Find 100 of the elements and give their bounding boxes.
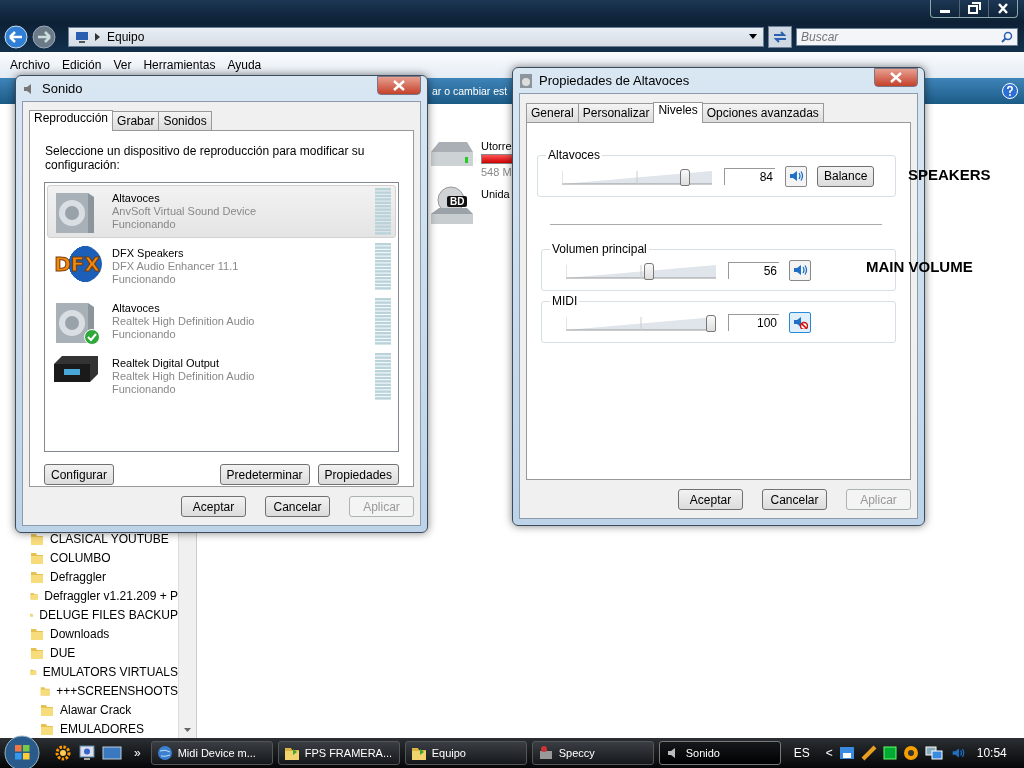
nav-item[interactable]: Downloads <box>0 624 178 644</box>
balance-button[interactable]: Balance <box>817 165 874 187</box>
folder-icon <box>30 627 44 641</box>
device-driver: Realtek High Definition Audio <box>112 315 256 328</box>
language-indicator[interactable]: ES <box>793 746 810 760</box>
drive-name[interactable]: Unida <box>481 188 510 200</box>
nav-item[interactable]: Defraggler <box>0 567 178 587</box>
group-label: MIDI <box>550 294 580 308</box>
drive-name[interactable]: Utorre <box>481 140 513 152</box>
menu-item[interactable]: Herramientas <box>137 58 222 72</box>
refresh-button[interactable] <box>768 26 792 48</box>
taskbar-button[interactable]: Speccy <box>531 741 654 765</box>
desktop-icon[interactable] <box>102 744 122 762</box>
dropdown-arrow-icon[interactable] <box>749 34 757 40</box>
device-driver: AnvSoft Virtual Sound Device <box>112 205 258 218</box>
folder-icon <box>40 721 54 736</box>
level-meter <box>375 352 391 401</box>
device-name: DFX Speakers <box>112 247 185 260</box>
start-button[interactable] <box>4 735 40 768</box>
tab[interactable]: Sonidos <box>158 111 212 130</box>
search-icon <box>1001 31 1013 43</box>
device-name: Altavoces <box>112 302 161 315</box>
folder-icon <box>410 745 427 761</box>
clock: 10:54 <box>976 746 1007 760</box>
dialog-title: Sonido <box>42 81 84 96</box>
mute-button[interactable] <box>789 259 811 281</box>
tray-app-icon[interactable] <box>838 745 855 761</box>
usage-bar <box>481 154 513 164</box>
folder-icon <box>283 745 300 761</box>
nav-item[interactable]: COLUMBO <box>0 548 178 568</box>
nav-item[interactable]: EMULADORES <box>0 719 178 738</box>
nav-item[interactable]: Defraggler v1.21.209 + P <box>0 586 178 606</box>
monitor-icon[interactable] <box>78 744 96 762</box>
device-driver: DFX Audio Enhancer 11.1 <box>112 260 240 273</box>
nav-item[interactable]: Alawar Crack <box>0 700 178 720</box>
tray-app-icon[interactable] <box>860 745 877 761</box>
menu-item[interactable]: Ayuda <box>221 58 268 72</box>
computer-icon <box>75 31 89 43</box>
tab[interactable]: General <box>526 103 579 122</box>
nav-item[interactable]: EMULATORS VIRTUALS <box>0 662 178 682</box>
search-field[interactable]: Buscar <box>796 28 1018 46</box>
device-name: Realtek Digital Output <box>112 357 220 370</box>
overflow-chevron[interactable]: » <box>134 746 141 760</box>
nav-item[interactable]: DUE <box>0 643 178 663</box>
drive-size: 548 M <box>481 166 513 178</box>
address-field[interactable]: Equipo <box>68 27 764 47</box>
folder-icon <box>30 532 44 547</box>
menu-item[interactable]: Ver <box>107 58 138 72</box>
instruction-text: Seleccione un dispositivo de reproducción para modificar su configuración: <box>44 143 366 172</box>
taskbar-button[interactable]: FPS FRAMERA... <box>277 741 400 765</box>
group-label: Altavoces <box>546 148 603 162</box>
configure-button[interactable]: Configurar <box>44 464 115 485</box>
dialog-button[interactable]: Cancelar <box>762 489 827 510</box>
network-icon[interactable] <box>924 745 943 761</box>
level-value: 56 <box>728 261 779 279</box>
speaker-icon <box>792 263 808 277</box>
globe-icon <box>156 745 173 761</box>
breadcrumb-arrow-icon[interactable] <box>95 33 101 41</box>
tab[interactable]: Grabar <box>112 111 160 130</box>
dialog-button[interactable]: Propiedades <box>317 464 399 485</box>
dialog-title: Propiedades de Altavoces <box>539 73 691 88</box>
level-meter <box>375 187 391 236</box>
taskbar-button[interactable]: Sonido <box>658 741 781 765</box>
help-icon[interactable] <box>1002 83 1018 99</box>
nav-item[interactable]: CLASICAL YOUTUBE <box>0 530 178 549</box>
device-name: Altavoces <box>112 192 161 205</box>
mute-button[interactable] <box>785 165 807 187</box>
receiver-icon <box>52 353 100 384</box>
menu-item[interactable]: Archivo <box>4 58 56 72</box>
device-status: Funcionando <box>112 383 177 396</box>
slider-thumb[interactable] <box>679 169 690 186</box>
tray-chevron[interactable]: < <box>825 746 833 760</box>
tab[interactable]: Reproducción <box>29 110 114 131</box>
speaker-icon <box>788 169 804 183</box>
forward-button[interactable] <box>32 25 56 49</box>
taskbar-button[interactable]: Equipo <box>404 741 527 765</box>
speaker-icon <box>792 315 808 329</box>
taskbar-button[interactable]: Midi Device m... <box>150 741 273 765</box>
dialog-button[interactable]: Aceptar <box>678 489 743 510</box>
tab[interactable]: Personalizar <box>577 103 655 122</box>
device-row[interactable]: Altavoces AnvSoft Virtual Sound Device Funcionando <box>47 185 396 238</box>
tab[interactable]: Opciones avanzadas <box>701 103 824 122</box>
slider-thumb[interactable] <box>706 315 716 332</box>
dialog-button[interactable]: Cancelar <box>265 496 330 517</box>
device-row[interactable]: Realtek Digital Output Realtek High Definition Audio Funcionando <box>47 350 396 403</box>
dialog-button[interactable]: Aceptar <box>181 496 246 517</box>
tray-app-icon[interactable] <box>902 745 919 761</box>
speaker-icon <box>519 72 533 89</box>
slider-thumb[interactable] <box>644 263 655 280</box>
folder-icon <box>30 570 44 585</box>
mute-button[interactable] <box>789 311 811 333</box>
tab[interactable]: Niveles <box>653 102 703 123</box>
nav-item[interactable]: +++SCREENSHOOTS <box>0 681 178 701</box>
device-row[interactable]: Altavoces Realtek High Definition Audio Funcionando <box>47 295 396 348</box>
menu-item[interactable]: Edición <box>56 58 108 72</box>
dialog-button[interactable]: Predeterminar <box>219 464 310 485</box>
back-button[interactable] <box>4 25 28 49</box>
nav-item[interactable]: DELUGE FILES BACKUP <box>0 605 178 625</box>
gear-icon[interactable] <box>54 744 72 762</box>
device-status: Funcionando <box>112 273 177 286</box>
